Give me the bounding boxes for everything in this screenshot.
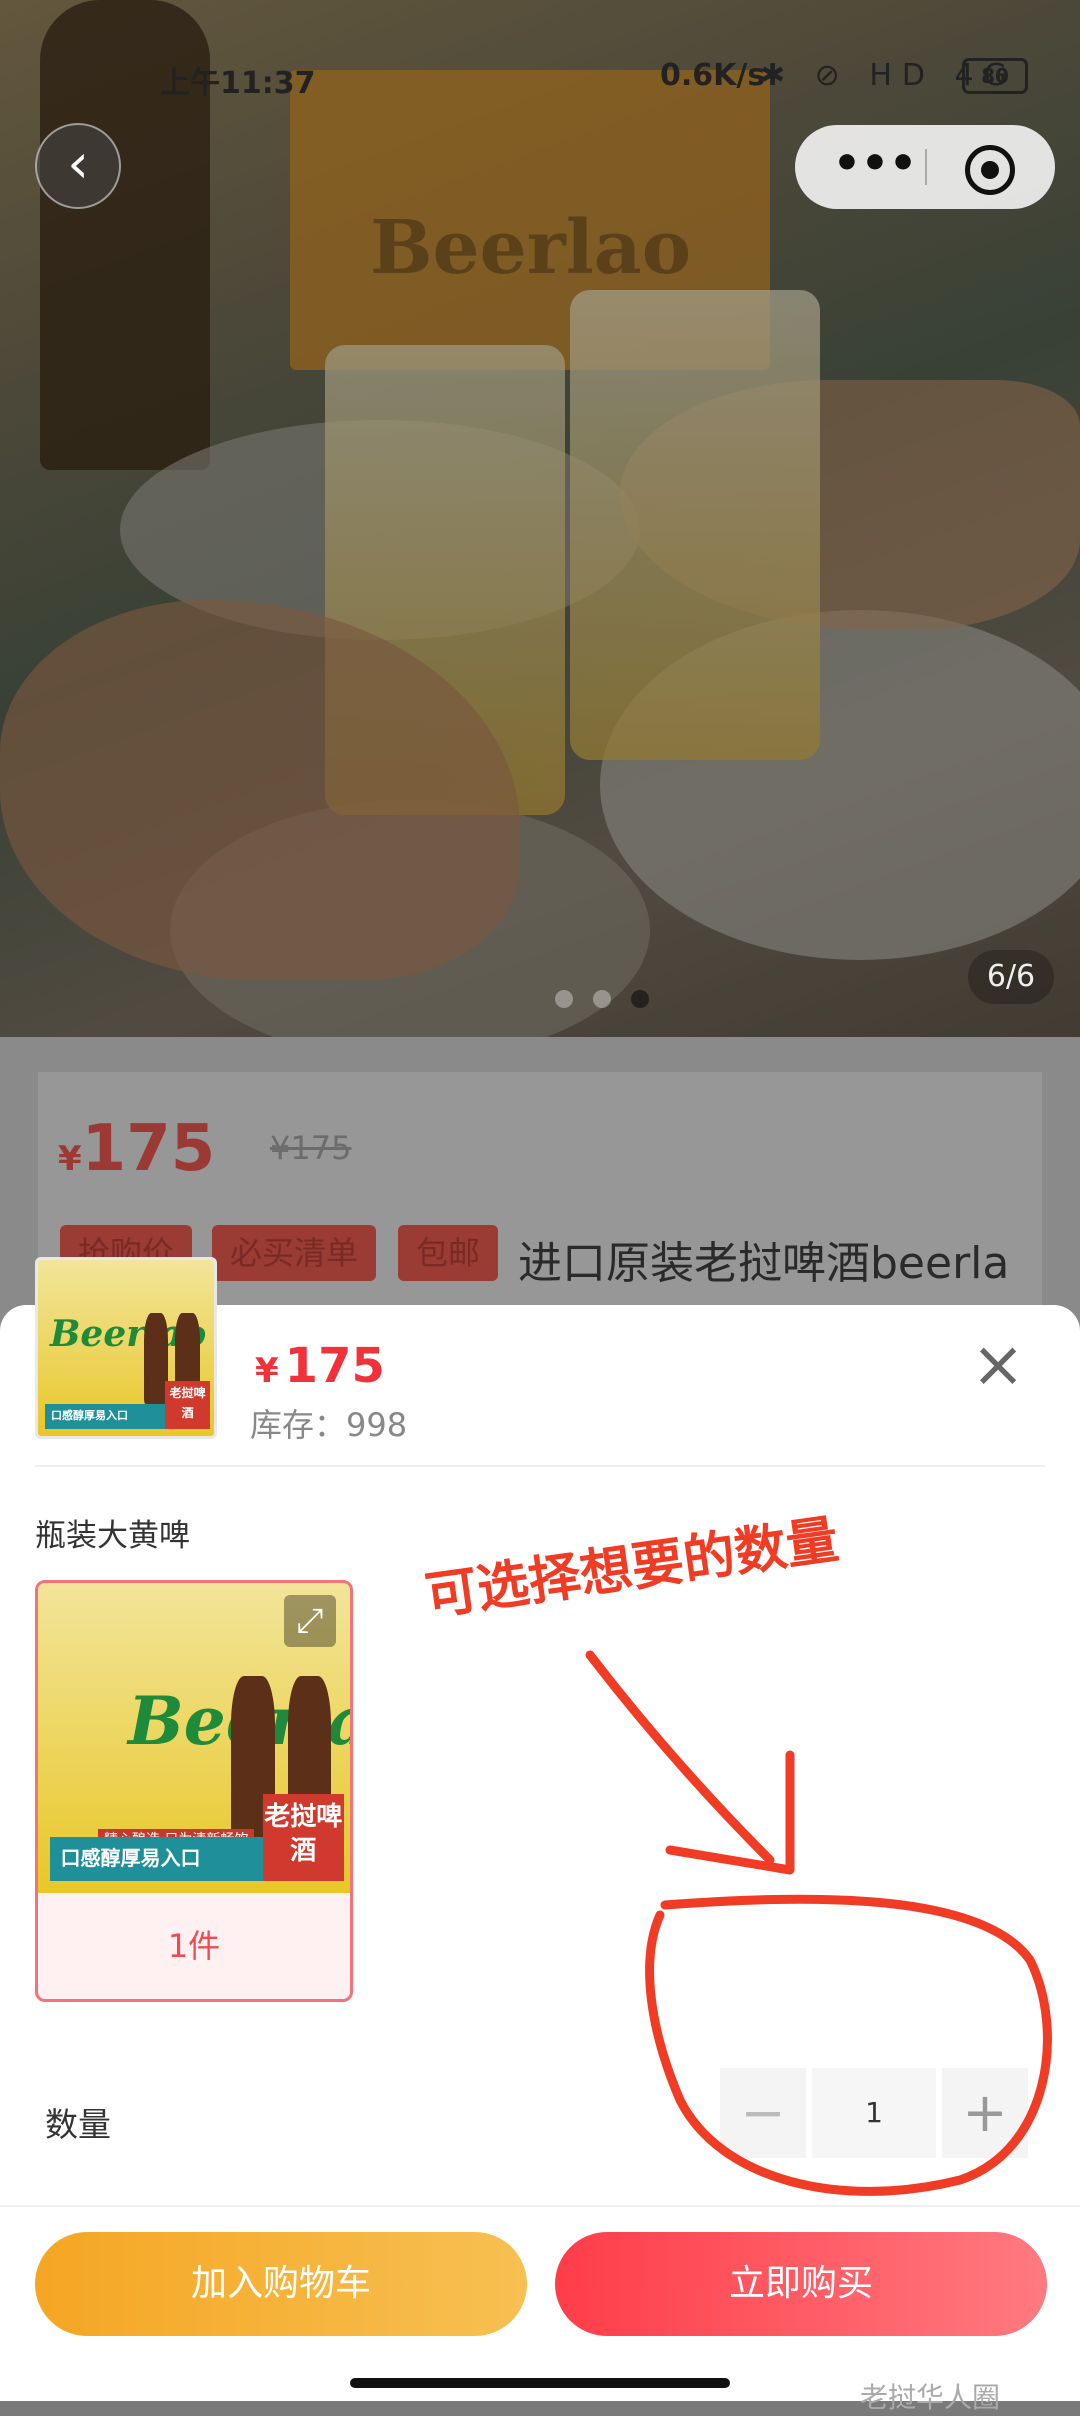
buy-now-button[interactable]: 立即购买 [555,2232,1047,2336]
annotation-scribble [585,1650,1052,2196]
watermark: 老挝华人圈 [860,2381,1001,2414]
add-to-cart-button[interactable]: 加入购物车 [35,2232,527,2336]
home-indicator[interactable] [350,2378,730,2388]
divider [0,2205,1080,2207]
